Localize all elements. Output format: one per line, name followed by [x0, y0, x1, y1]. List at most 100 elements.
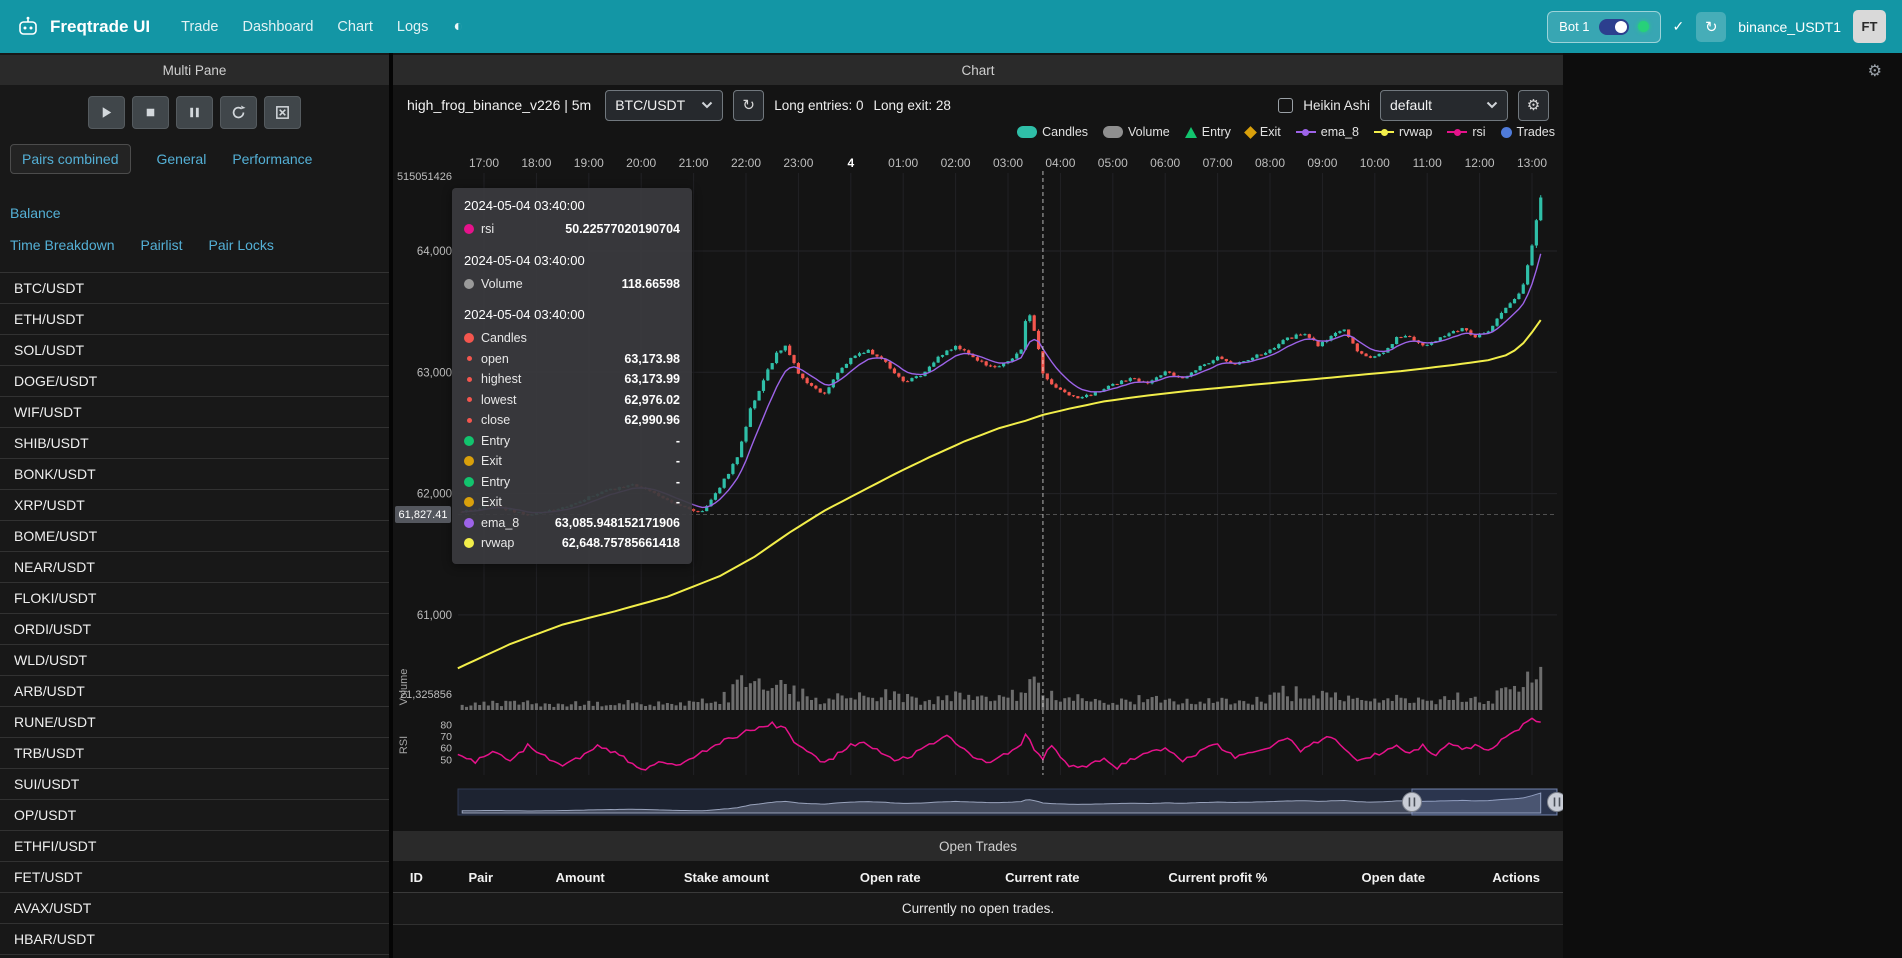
- svg-text:03:00: 03:00: [993, 156, 1023, 170]
- pause-button[interactable]: [176, 96, 213, 129]
- plot-config-select[interactable]: default: [1380, 90, 1508, 121]
- brand: Freqtrade UI: [16, 15, 150, 39]
- legend-item-rsi[interactable]: rsi: [1447, 125, 1485, 139]
- chart-settings-button[interactable]: ⚙: [1518, 90, 1549, 121]
- legend-label: Exit: [1260, 125, 1281, 139]
- chart-close-button[interactable]: [264, 96, 301, 129]
- entry-marker-dot: [464, 477, 474, 487]
- pair-list-item[interactable]: WIF/USDT: [0, 397, 389, 428]
- pair-list-item[interactable]: NEAR/USDT: [0, 552, 389, 583]
- pair-list-item[interactable]: SHIB/USDT: [0, 428, 389, 459]
- stop-button[interactable]: [132, 96, 169, 129]
- pair-list-item[interactable]: DOGE/USDT: [0, 366, 389, 397]
- svg-text:64,000: 64,000: [417, 246, 452, 258]
- svg-text:13:00: 13:00: [1517, 156, 1547, 170]
- tooltip-series-value: 63,173.98: [624, 352, 680, 366]
- pair-list-item[interactable]: SUI/USDT: [0, 769, 389, 800]
- theme-toggle-icon[interactable]: ◐: [445, 14, 471, 40]
- tab-balance[interactable]: Balance: [10, 200, 61, 226]
- column-header-open-rate: Open rate: [814, 863, 966, 893]
- column-header-amount: Amount: [522, 863, 639, 893]
- svg-text:RSI: RSI: [398, 736, 410, 754]
- legend-item-entry[interactable]: Entry: [1185, 125, 1231, 139]
- reload-icon: [230, 104, 247, 121]
- legend-item-exit[interactable]: Exit: [1246, 125, 1281, 139]
- tooltip-series-value: -: [676, 475, 680, 489]
- ema_8-marker-dot: [464, 518, 474, 528]
- pair-list-item[interactable]: TRB/USDT: [0, 738, 389, 769]
- pair-list-item[interactable]: FET/USDT: [0, 862, 389, 893]
- plot-config-value: default: [1390, 97, 1432, 113]
- pair-list-item[interactable]: HBAR/USDT: [0, 924, 389, 955]
- svg-text:05:00: 05:00: [1098, 156, 1128, 170]
- chevron-down-icon: [1486, 101, 1498, 109]
- pair-list-item[interactable]: ETH/USDT: [0, 304, 389, 335]
- nav-link-dashboard[interactable]: Dashboard: [231, 13, 324, 41]
- exit-legend-marker-icon: [1244, 126, 1257, 139]
- bot-online-check-icon: ✓: [1673, 18, 1685, 35]
- tooltip-series-label: close: [481, 413, 510, 427]
- pair-list-item[interactable]: AVAX/USDT: [0, 893, 389, 924]
- tab-time-breakdown[interactable]: Time Breakdown: [10, 232, 115, 258]
- pair-list-item[interactable]: XRP/USDT: [0, 490, 389, 521]
- legend-label: ema_8: [1321, 125, 1359, 139]
- ema_8-legend-marker-icon: [1296, 131, 1316, 133]
- user-avatar[interactable]: FT: [1853, 10, 1886, 43]
- svg-text:08:00: 08:00: [1255, 156, 1285, 170]
- entry-marker-dot: [464, 436, 474, 446]
- legend-item-rvwap[interactable]: rvwap: [1374, 125, 1432, 139]
- tab-pairs-combined[interactable]: Pairs combined: [10, 144, 131, 174]
- tooltip-series-value: 63,085.948152171906: [555, 516, 680, 530]
- legend-item-volume[interactable]: Volume: [1103, 125, 1170, 139]
- pair-list-item[interactable]: OP/USDT: [0, 800, 389, 831]
- marker-dot: [1381, 129, 1388, 136]
- tooltip-row-entry: Entry-: [464, 431, 680, 452]
- reload-button[interactable]: [220, 96, 257, 129]
- column-header-pair: Pair: [440, 863, 522, 893]
- tab-performance[interactable]: Performance: [232, 146, 312, 172]
- nav-link-trade[interactable]: Trade: [170, 13, 229, 41]
- reload-bot-button[interactable]: ↻: [1696, 12, 1726, 42]
- legend-item-ema_8[interactable]: ema_8: [1296, 125, 1359, 139]
- pair-list-item[interactable]: ARB/USDT: [0, 676, 389, 707]
- tab-pairlist[interactable]: Pairlist: [141, 232, 183, 258]
- legend-label: rvwap: [1399, 125, 1432, 139]
- tooltip-date: 2024-05-04 03:40:00: [464, 253, 680, 268]
- svg-text:22:00: 22:00: [731, 156, 761, 170]
- pair-list-item[interactable]: BOME/USDT: [0, 521, 389, 552]
- nav-link-logs[interactable]: Logs: [386, 13, 439, 41]
- pause-icon: [186, 104, 203, 121]
- pair-select[interactable]: BTC/USDT: [605, 90, 723, 121]
- pair-list-item[interactable]: RUNE/USDT: [0, 707, 389, 738]
- legend-item-trades[interactable]: Trades: [1501, 125, 1555, 139]
- tooltip-series-value: -: [676, 495, 680, 509]
- svg-text:12:00: 12:00: [1465, 156, 1495, 170]
- pair-select-value: BTC/USDT: [615, 97, 685, 113]
- pair-list-item[interactable]: BTC/USDT: [0, 273, 389, 304]
- nav-link-chart[interactable]: Chart: [326, 13, 383, 41]
- open-marker-dot: [467, 356, 472, 361]
- tooltip-series-label: lowest: [481, 393, 516, 407]
- play-button[interactable]: [88, 96, 125, 129]
- open-trades-table: IDPairAmountStake amountOpen rateCurrent…: [393, 863, 1563, 925]
- pair-list-item[interactable]: FLOKI/USDT: [0, 583, 389, 614]
- tooltip-row-close: close62,990.96: [464, 410, 680, 431]
- heikin-ashi-checkbox[interactable]: [1278, 98, 1293, 113]
- tooltip-series-value: 118.66598: [622, 277, 680, 291]
- tab-pair-locks[interactable]: Pair Locks: [209, 232, 274, 258]
- pair-list-item[interactable]: ETHFI/USDT: [0, 831, 389, 862]
- bot-toggle[interactable]: [1599, 19, 1629, 35]
- column-header-actions: Actions: [1469, 863, 1563, 893]
- pair-list-item[interactable]: BONK/USDT: [0, 459, 389, 490]
- multi-pane-sidebar: Multi Pane Pairs combinedGeneralPerforma…: [0, 53, 393, 958]
- chart-refresh-button[interactable]: ↻: [733, 90, 764, 121]
- pair-list-item[interactable]: WLD/USDT: [0, 645, 389, 676]
- pair-list-item[interactable]: SOL/USDT: [0, 335, 389, 366]
- tab-general[interactable]: General: [157, 146, 207, 172]
- svg-text:23:00: 23:00: [783, 156, 813, 170]
- plot-config-gear-button[interactable]: ⚙: [1868, 61, 1882, 81]
- legend-item-candles[interactable]: Candles: [1017, 125, 1088, 139]
- pair-list-item[interactable]: ORDI/USDT: [0, 614, 389, 645]
- tooltip-row-lowest: lowest62,976.02: [464, 390, 680, 411]
- bot-selector[interactable]: Bot 1: [1547, 11, 1660, 43]
